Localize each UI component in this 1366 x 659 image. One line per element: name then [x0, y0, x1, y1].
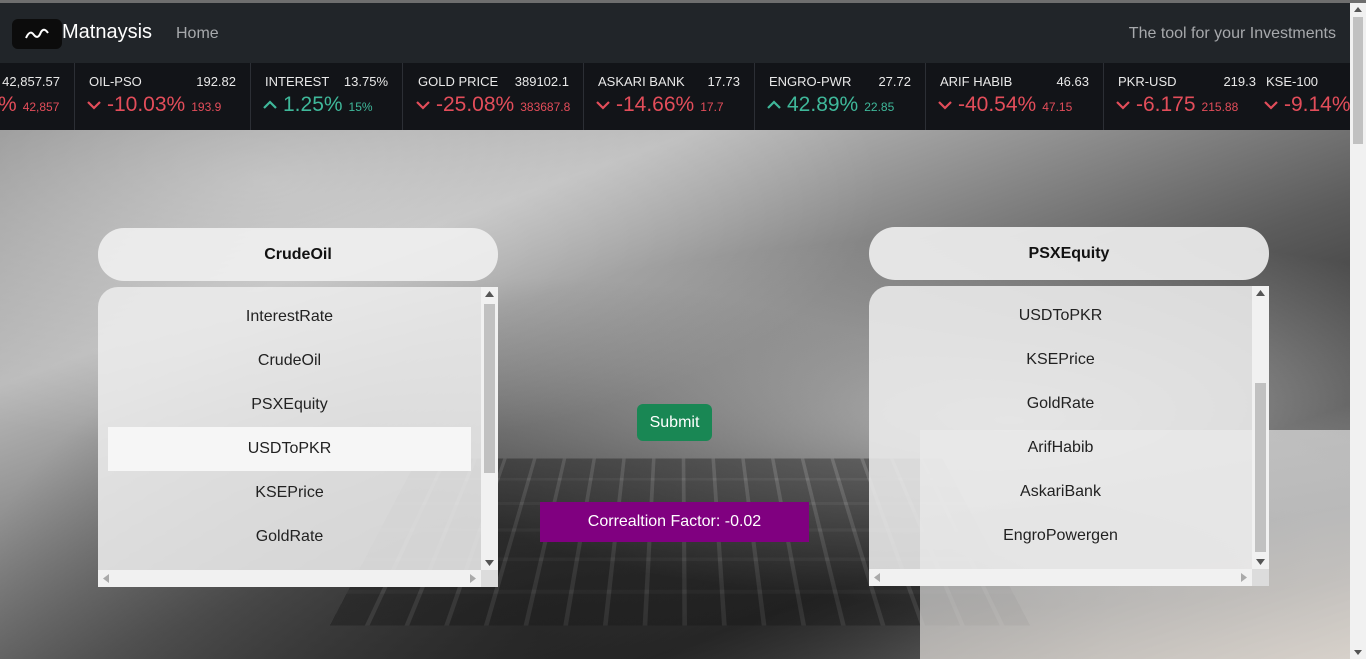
left-select-header[interactable]: CrudeOil	[98, 228, 498, 281]
scroll-left-icon	[874, 573, 880, 582]
list-item[interactable]: ArifHabib	[879, 426, 1242, 470]
ticker-price: 17.73	[707, 74, 740, 89]
scroll-right-icon	[1241, 573, 1247, 582]
logo-icon[interactable]	[12, 19, 62, 49]
ticker-name: PKR-USD	[1118, 74, 1177, 89]
ticker-change: -14.66% 17.7	[596, 93, 724, 117]
scroll-up-icon	[485, 291, 494, 297]
list-item-selected[interactable]: USDToPKR	[108, 427, 471, 471]
ticker-price: 389102.1	[514, 74, 569, 89]
navbar: Matnaysis Home The tool for your Investm…	[0, 3, 1350, 63]
ticker-price: 27.72	[878, 74, 911, 89]
scroll-down-icon	[1256, 559, 1265, 565]
chevron-up-icon	[263, 93, 283, 116]
chevron-down-icon	[87, 93, 107, 116]
list-item[interactable]: AskariBank	[879, 470, 1242, 514]
nav-home-link[interactable]: Home	[176, 25, 219, 43]
ticker-name: ARIF HABIB	[940, 74, 1013, 89]
ticker-prev: 193.9	[191, 100, 222, 114]
ticker-change: 42.89% 22.85	[767, 93, 894, 117]
list-item[interactable]: KSEPrice	[108, 471, 471, 515]
chevron-down-icon	[596, 93, 616, 116]
ticker-item: KSE-100 -9.14%	[1252, 63, 1350, 130]
chevron-down-icon	[416, 93, 436, 116]
ticker-price: 42,857.57	[2, 74, 60, 89]
ticker-prev: 42,857	[22, 100, 60, 114]
ticker-item: 42,857.57 %42,857	[0, 63, 75, 130]
scroll-left-icon	[103, 574, 109, 583]
tagline: The tool for your Investments	[1128, 25, 1336, 42]
ticker-item: ENGRO-PWR 27.72 42.89% 22.85	[755, 63, 926, 130]
ticker-prev: 17.7	[700, 100, 724, 114]
scroll-down-icon	[1354, 650, 1362, 655]
ticker-prev: 15%	[348, 100, 373, 114]
scrollbar-corner	[481, 570, 498, 587]
list-item[interactable]: InterestRate	[108, 295, 471, 339]
scrollbar-thumb[interactable]	[1353, 17, 1363, 144]
chevron-down-icon	[938, 93, 958, 116]
list-item[interactable]: EngroPowergen	[879, 514, 1242, 558]
ticker-price: 13.75%	[343, 74, 388, 89]
list-item[interactable]: KSEPrice	[879, 338, 1242, 382]
ticker-item: GOLD PRICE 389102.1 -25.08% 383687.8	[404, 63, 584, 130]
brand-name[interactable]: Matnaysis	[62, 21, 152, 44]
market-ticker: 42,857.57 %42,857 OIL-PSO 192.82 -10.03%…	[0, 63, 1350, 130]
scrollbar-corner	[1252, 569, 1269, 586]
ticker-change: -10.03% 193.9	[87, 93, 221, 117]
chevron-down-icon	[1116, 93, 1136, 116]
list-item[interactable]: CrudeOil	[108, 339, 471, 383]
left-horizontal-scrollbar[interactable]	[98, 570, 481, 587]
scrollbar-thumb[interactable]	[1255, 383, 1266, 552]
ticker-name: ENGRO-PWR	[769, 74, 852, 89]
ticker-price: 46.63	[1056, 74, 1089, 89]
list-item[interactable]: PSXEquity	[108, 383, 471, 427]
ticker-name: KSE-100	[1266, 74, 1319, 89]
list-item[interactable]: GoldRate	[108, 515, 471, 559]
ticker-price: 192.82	[196, 74, 236, 89]
ticker-change: -25.08% 383687.8	[416, 93, 570, 117]
left-list: InterestRate CrudeOil PSXEquity USDToPKR…	[98, 295, 481, 559]
right-horizontal-scrollbar[interactable]	[869, 569, 1252, 586]
submit-button[interactable]: Submit	[637, 404, 712, 441]
list-item[interactable]: USDToPKR	[879, 294, 1242, 338]
ticker-change: %42,857	[0, 93, 59, 117]
ticker-prev: 22.85	[864, 100, 895, 114]
ticker-item: PKR-USD 219.3 -6.175 215.88	[1104, 63, 1258, 130]
right-select-header[interactable]: PSXEquity	[869, 227, 1269, 280]
left-listbox[interactable]: InterestRate CrudeOil PSXEquity USDToPKR…	[98, 287, 498, 587]
chevron-up-icon	[767, 93, 787, 116]
page-scrollbar[interactable]	[1350, 3, 1366, 659]
ticker-name: INTEREST	[265, 74, 330, 89]
right-list: USDToPKR KSEPrice GoldRate ArifHabib Ask…	[869, 294, 1252, 558]
ticker-change: -9.14%	[1264, 93, 1350, 117]
ticker-change: -6.175 215.88	[1116, 93, 1238, 117]
ticker-item: OIL-PSO 192.82 -10.03% 193.9	[75, 63, 251, 130]
ticker-item: INTEREST 13.75% 1.25% 15%	[251, 63, 403, 130]
ticker-name: ASKARI BANK	[598, 74, 685, 89]
scroll-up-icon	[1256, 290, 1265, 296]
scrollbar-thumb[interactable]	[484, 304, 495, 473]
ticker-name: GOLD PRICE	[418, 74, 499, 89]
ticker-item: ARIF HABIB 46.63 -40.54% 47.15	[926, 63, 1104, 130]
ticker-name: OIL-PSO	[89, 74, 142, 89]
ticker-prev: 215.88	[1201, 100, 1239, 114]
list-item[interactable]: GoldRate	[879, 382, 1242, 426]
ticker-item: ASKARI BANK 17.73 -14.66% 17.7	[584, 63, 755, 130]
scroll-right-icon	[470, 574, 476, 583]
scroll-down-icon	[485, 560, 494, 566]
left-vertical-scrollbar[interactable]	[481, 287, 498, 570]
ticker-prev: 383687.8	[520, 100, 571, 114]
scroll-up-icon	[1354, 7, 1362, 12]
chevron-down-icon	[1264, 93, 1284, 116]
right-vertical-scrollbar[interactable]	[1252, 286, 1269, 569]
ticker-change: 1.25% 15%	[263, 93, 373, 117]
ticker-prev: 47.15	[1042, 100, 1073, 114]
correlation-result: Correaltion Factor: -0.02	[540, 502, 809, 542]
right-listbox[interactable]: USDToPKR KSEPrice GoldRate ArifHabib Ask…	[869, 286, 1269, 586]
ticker-change: -40.54% 47.15	[938, 93, 1072, 117]
